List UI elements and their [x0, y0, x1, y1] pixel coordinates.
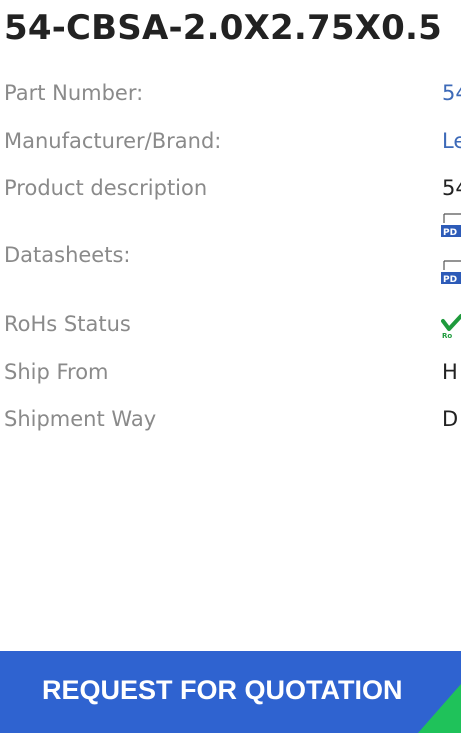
svg-text:PD: PD: [443, 275, 457, 284]
datasheet-pdf-icon[interactable]: PD: [441, 213, 461, 238]
spec-row-ship-from: Ship From H: [0, 360, 461, 388]
spec-label-shipment-way: Shipment Way: [4, 407, 157, 431]
spec-label-part-number: Part Number:: [4, 81, 144, 105]
spec-row-part-number: Part Number: 54: [0, 81, 461, 109]
spec-row-description: Product description 54: [0, 176, 461, 204]
request-quotation-label: REQUEST FOR QUOTATION: [42, 675, 403, 705]
datasheet-pdf-icon[interactable]: PD: [441, 260, 461, 285]
description-value: 54: [442, 176, 461, 200]
manufacturer-link[interactable]: Le: [442, 129, 461, 153]
spec-row-rohs: RoHs Status: [0, 312, 461, 340]
shipment-way-value: D: [442, 407, 459, 431]
spec-label-rohs: RoHs Status: [4, 312, 131, 336]
spec-label-datasheets: Datasheets:: [4, 243, 131, 267]
svg-text:PD: PD: [443, 228, 457, 237]
spec-label-description: Product description: [4, 176, 208, 200]
part-number-link[interactable]: 54: [442, 81, 461, 105]
product-detail-page: 54-CBSA-2.0X2.75X0.5 Part Number: 54 Man…: [0, 0, 461, 733]
spec-label-manufacturer: Manufacturer/Brand:: [4, 129, 222, 153]
button-corner-accent-icon: [418, 684, 461, 733]
svg-text:Ro: Ro: [442, 332, 452, 339]
rohs-compliant-icon: Ro: [441, 313, 461, 340]
request-quotation-button[interactable]: REQUEST FOR QUOTATION: [0, 651, 461, 733]
spec-row-datasheets: Datasheets:: [0, 243, 461, 271]
spec-label-ship-from: Ship From: [4, 360, 109, 384]
spec-row-shipment-way: Shipment Way D: [0, 407, 461, 435]
ship-from-value: H: [442, 360, 458, 384]
product-title: 54-CBSA-2.0X2.75X0.5: [4, 8, 442, 48]
spec-row-manufacturer: Manufacturer/Brand: Le: [0, 129, 461, 157]
